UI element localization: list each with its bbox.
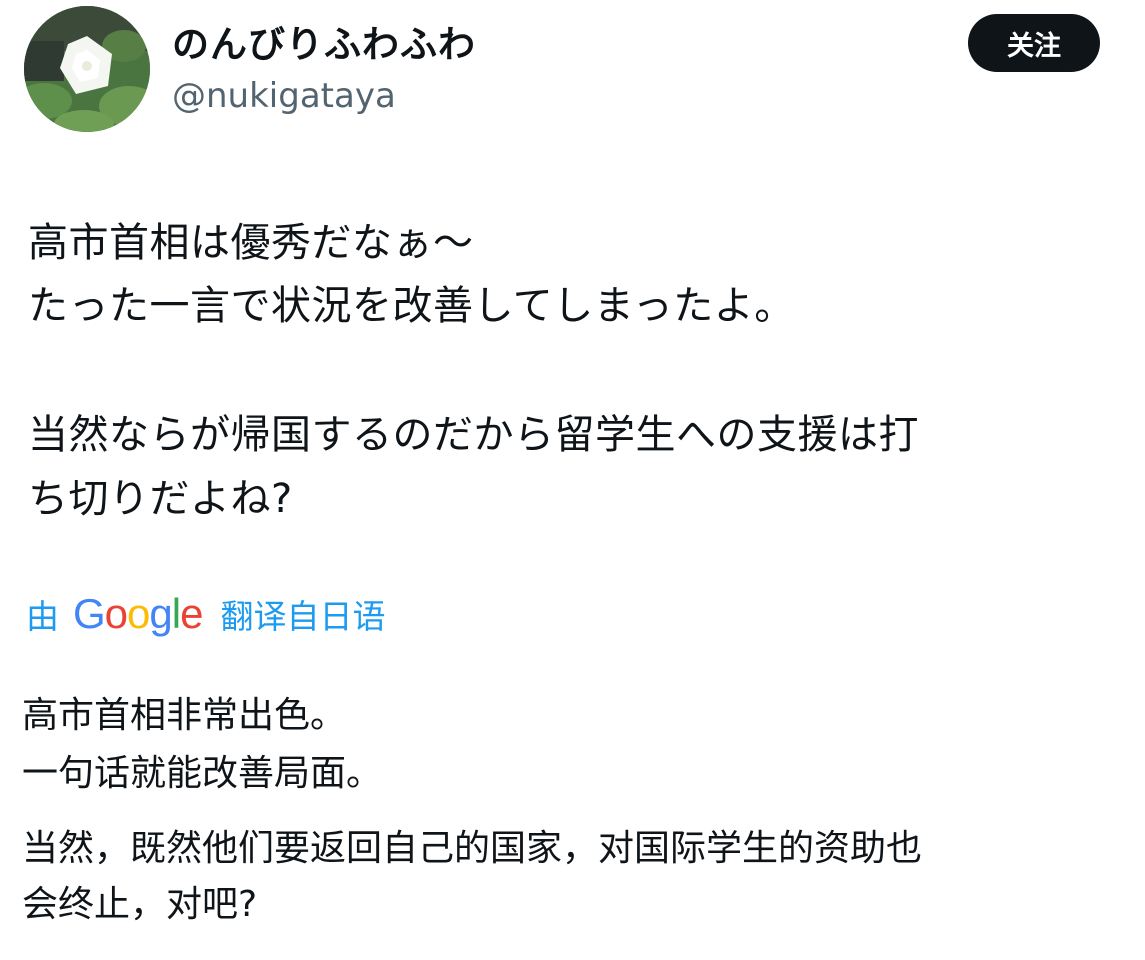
display-name[interactable]: のんびりふわふわ <box>172 14 476 68</box>
google-logo-letter: l <box>171 590 181 637</box>
flower-avatar-image <box>24 6 150 132</box>
translation-source-language: 翻译自日语 <box>220 597 386 636</box>
google-logo-letter: o <box>104 590 128 637</box>
avatar[interactable] <box>24 6 150 132</box>
google-logo-letter: e <box>180 590 203 637</box>
user-handle[interactable]: @nukigataya <box>172 76 396 116</box>
follow-button[interactable]: 关注 <box>968 14 1100 72</box>
translated-text-line: 会终止，对吧? <box>22 884 258 925</box>
translation-attribution[interactable]: 由 Google 翻译自日语 <box>26 590 385 638</box>
google-logo: Google <box>73 590 203 638</box>
google-logo-letter: g <box>149 590 172 637</box>
tweet-text-line: ち切りだよね? <box>28 476 293 522</box>
translation-prefix: 由 <box>26 597 59 636</box>
google-logo-letter: o <box>127 590 150 637</box>
translated-text-line: 一句话就能改善局面。 <box>22 753 383 794</box>
tweet-text-line: 当然ならが帰国するのだから留学生への支援は打 <box>28 412 919 458</box>
translated-text-line: 当然，既然他们要返回自己的国家，对国际学生的资助也 <box>22 828 923 869</box>
tweet-text-line: 高市首相は優秀だなぁ～ <box>28 220 474 266</box>
google-logo-letter: G <box>73 590 106 637</box>
tweet-text-line: たった一言で状況を改善してしまったよ。 <box>28 283 795 329</box>
translated-text-line: 高市首相非常出色。 <box>22 695 347 736</box>
